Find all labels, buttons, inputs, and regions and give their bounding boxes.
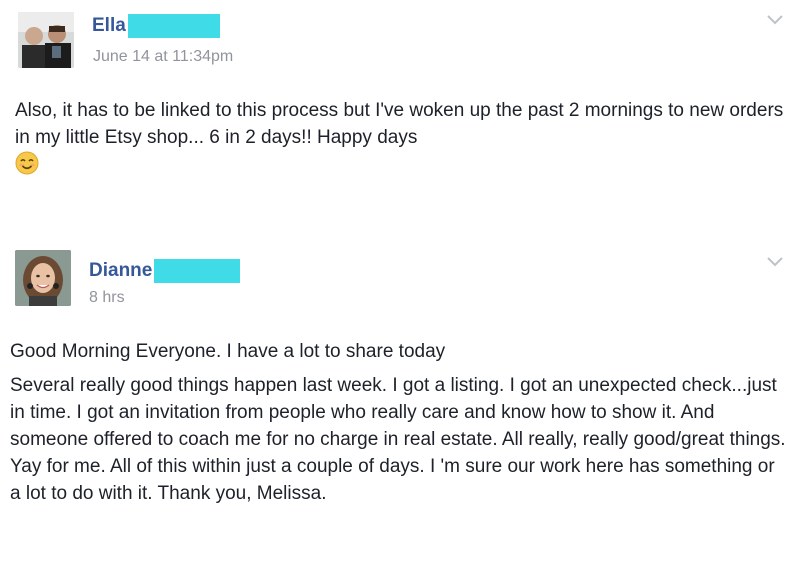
author-name-link[interactable]: Ella xyxy=(92,14,126,38)
chevron-down-icon[interactable] xyxy=(763,254,787,270)
redacted-name xyxy=(127,14,220,38)
post-paragraph-1: Good Morning Everyone. I have a lot to s… xyxy=(10,341,446,362)
post-ella: Ella June 14 at 11:34pm Also, it has to … xyxy=(0,0,794,215)
post-body: Also, it has to be linked to this proces… xyxy=(15,97,785,179)
redacted-name xyxy=(154,259,241,283)
author-name-link[interactable]: Dianne xyxy=(89,259,152,283)
avatar[interactable] xyxy=(15,250,71,306)
post-paragraph-2: Several really good things happen last w… xyxy=(10,375,786,504)
chevron-down-icon[interactable] xyxy=(763,12,787,28)
post-text: Also, it has to be linked to this proces… xyxy=(15,100,784,148)
post-dianne: Dianne 8 hrs Good Morning Everyone. I ha… xyxy=(0,240,794,572)
post-timestamp[interactable]: 8 hrs xyxy=(89,288,125,308)
smiling-face-emoji xyxy=(15,151,39,175)
avatar[interactable] xyxy=(18,12,74,68)
post-timestamp[interactable]: June 14 at 11:34pm xyxy=(93,47,233,67)
